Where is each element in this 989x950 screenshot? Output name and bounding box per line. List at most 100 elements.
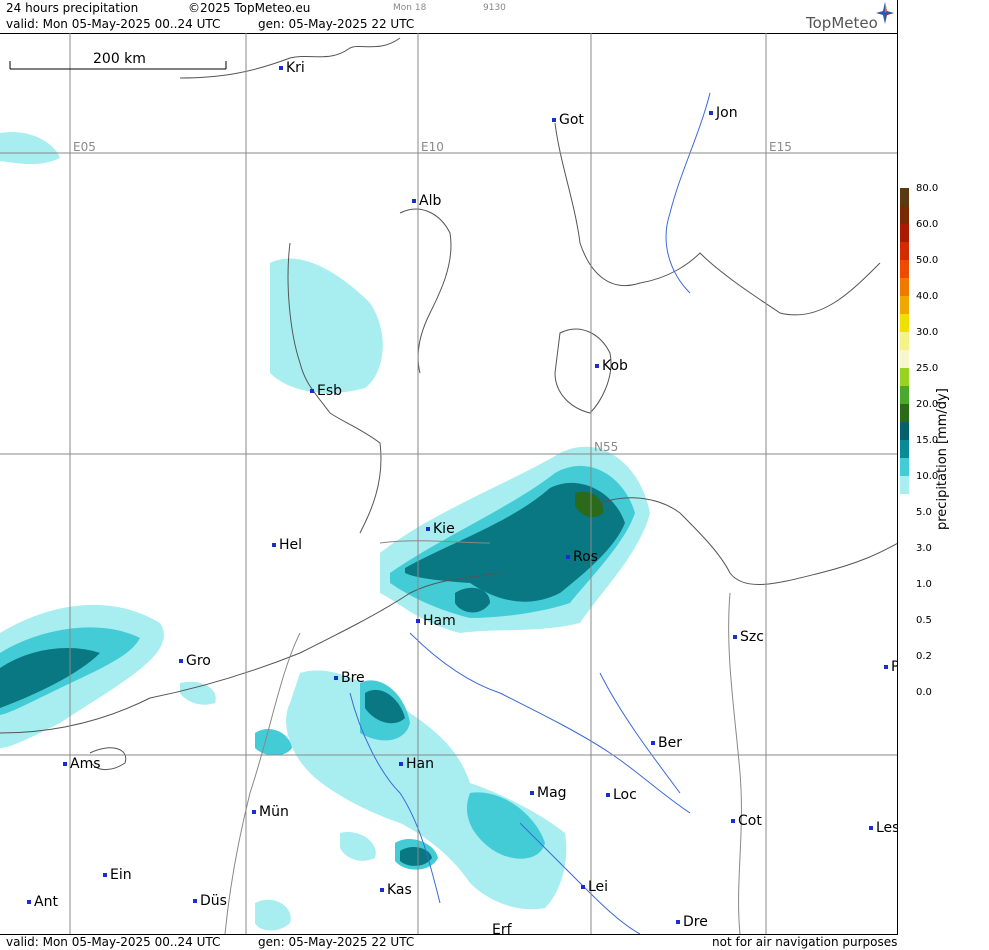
product-title: 24 hours precipitation xyxy=(6,1,139,15)
city-ros[interactable]: Ros xyxy=(566,549,598,565)
city-label: Got xyxy=(559,112,584,128)
generated-time: gen: 05-May-2025 22 UTC xyxy=(258,17,415,31)
city-marker-icon xyxy=(279,66,283,70)
copyright: ©2025 TopMeteo.eu xyxy=(188,1,311,15)
city-label: Ros xyxy=(573,549,598,565)
city-kri[interactable]: Kri xyxy=(279,60,305,76)
city-label: Erf xyxy=(492,922,512,934)
city-esb[interactable]: Esb xyxy=(310,383,342,399)
city-bre[interactable]: Bre xyxy=(334,670,365,686)
city-marker-icon xyxy=(731,819,735,823)
city-marker-icon xyxy=(595,364,599,368)
footer-valid-time: valid: Mon 05-May-2025 00..24 UTC xyxy=(6,935,221,949)
legend-swatch xyxy=(900,350,909,368)
city-label: Gro xyxy=(186,653,211,669)
city-label: Düs xyxy=(200,893,227,909)
city-marker-icon xyxy=(179,659,183,663)
city-label: Kob xyxy=(602,358,628,374)
city-alb[interactable]: Alb xyxy=(412,193,441,209)
city-kob[interactable]: Kob xyxy=(595,358,628,374)
city-label: Ham xyxy=(423,613,456,629)
legend-swatch xyxy=(900,278,909,296)
compass-star-icon xyxy=(876,2,894,24)
city-marker-icon xyxy=(530,791,534,795)
legend-swatch xyxy=(900,188,909,206)
city-p[interactable]: P xyxy=(884,659,898,675)
city-got[interactable]: Got xyxy=(552,112,584,128)
city-han[interactable]: Han xyxy=(399,756,434,772)
city-ein[interactable]: Ein xyxy=(103,867,132,883)
run-indicator: Mon 18 xyxy=(393,3,427,13)
legend-swatch xyxy=(900,368,909,386)
city-ber[interactable]: Ber xyxy=(651,735,682,751)
map-footer: valid: Mon 05-May-2025 00..24 UTC gen: 0… xyxy=(0,934,898,950)
city-label: Kri xyxy=(286,60,305,76)
city-label: Kie xyxy=(433,521,455,537)
legend-label: 60.0 xyxy=(916,219,939,230)
city-marker-icon xyxy=(884,665,888,669)
city-loc[interactable]: Loc xyxy=(606,787,637,803)
city-label: Hel xyxy=(279,537,303,553)
city-ham[interactable]: Ham xyxy=(416,613,456,629)
city-mag[interactable]: Mag xyxy=(530,785,567,801)
city-marker-icon xyxy=(606,793,610,797)
legend-swatch xyxy=(900,224,909,242)
city-mun[interactable]: Mün xyxy=(252,804,289,820)
map-canvas xyxy=(0,33,898,934)
map-header: 24 hours precipitation ©2025 TopMeteo.eu… xyxy=(0,0,898,34)
legend-swatch xyxy=(900,404,909,422)
city-jon[interactable]: Jon xyxy=(709,105,738,121)
city-marker-icon xyxy=(869,826,873,830)
legend-label: 1.0 xyxy=(916,579,932,590)
precipitation-map[interactable]: 200 km E05 E10 E15 N55 Kri Got Jon Alb K… xyxy=(0,33,898,934)
city-label: Dre xyxy=(683,914,708,930)
legend-swatch xyxy=(900,476,909,494)
city-label: Ant xyxy=(34,894,58,910)
city-marker-icon xyxy=(709,111,713,115)
logo-text: TopMeteo xyxy=(806,14,878,32)
city-ant[interactable]: Ant xyxy=(27,894,58,910)
city-label: Esb xyxy=(317,383,343,399)
grid-label-e10: E10 xyxy=(421,140,444,154)
city-dre[interactable]: Dre xyxy=(676,914,708,930)
scale-bar-label: 200 km xyxy=(93,51,146,67)
footer-notice: not for air navigation purposes xyxy=(712,935,898,949)
city-cot[interactable]: Cot xyxy=(731,813,762,829)
topmeteo-logo[interactable]: TopMeteo xyxy=(806,2,894,32)
legend-swatch xyxy=(900,332,909,350)
city-label: Han xyxy=(406,756,434,772)
legend-label: 0.0 xyxy=(916,687,932,698)
legend-swatch xyxy=(900,440,909,458)
footer-generated-time: gen: 05-May-2025 22 UTC xyxy=(258,935,415,949)
code-indicator: 9130 xyxy=(483,3,506,13)
legend-label: 50.0 xyxy=(916,255,939,266)
city-dus[interactable]: Düs xyxy=(193,893,227,909)
city-marker-icon xyxy=(272,543,276,547)
city-marker-icon xyxy=(412,199,416,203)
city-marker-icon xyxy=(27,900,31,904)
city-erf[interactable]: Erf xyxy=(492,922,512,934)
city-label: Bre xyxy=(341,670,365,686)
city-ams[interactable]: Ams xyxy=(63,756,101,772)
city-marker-icon xyxy=(416,619,420,623)
city-gro[interactable]: Gro xyxy=(179,653,211,669)
grid-label-e15: E15 xyxy=(769,140,792,154)
city-marker-icon xyxy=(399,762,403,766)
city-hel[interactable]: Hel xyxy=(272,537,302,553)
city-label: Jon xyxy=(716,105,738,121)
city-kie[interactable]: Kie xyxy=(426,521,455,537)
city-lei[interactable]: Lei xyxy=(581,879,608,895)
city-marker-icon xyxy=(426,527,430,531)
city-szc[interactable]: Szc xyxy=(733,629,764,645)
legend-swatch xyxy=(900,314,909,332)
city-kas[interactable]: Kas xyxy=(380,882,412,898)
legend-swatch xyxy=(900,206,909,224)
city-marker-icon xyxy=(566,555,570,559)
city-marker-icon xyxy=(310,389,314,393)
city-marker-icon xyxy=(252,810,256,814)
grid-label-n55: N55 xyxy=(594,440,619,454)
legend-swatch xyxy=(900,242,909,260)
city-label: Alb xyxy=(419,193,442,209)
city-les[interactable]: Les xyxy=(869,820,898,836)
city-marker-icon xyxy=(63,762,67,766)
